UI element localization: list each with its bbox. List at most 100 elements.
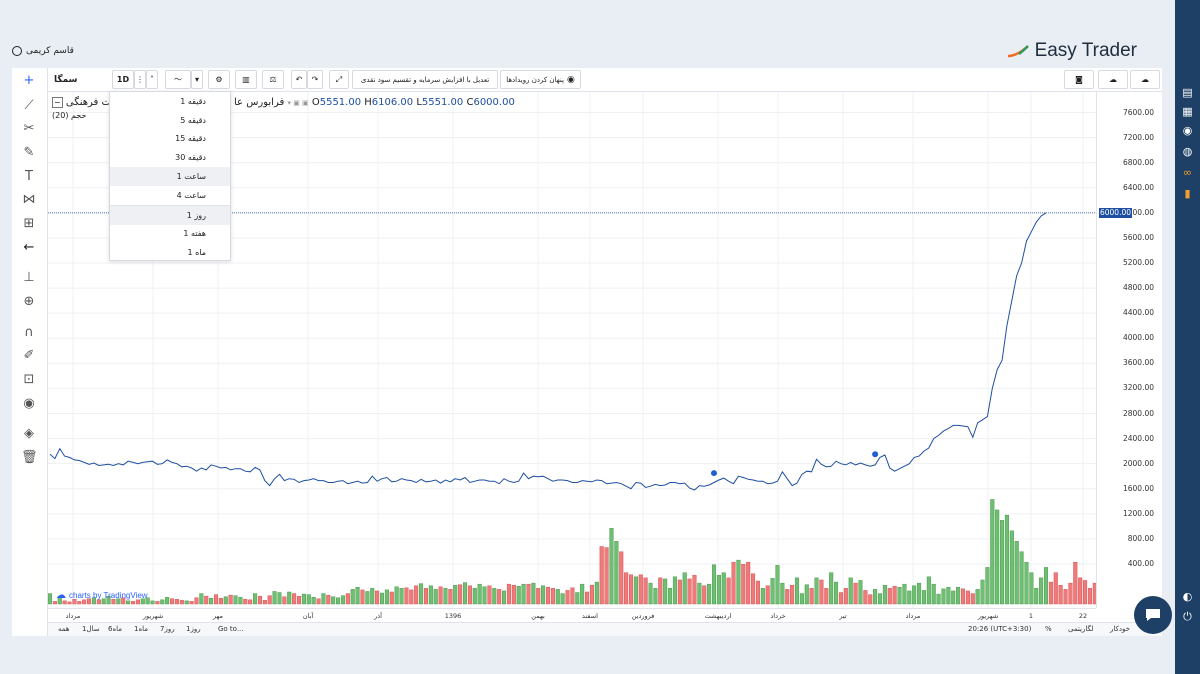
interval-option[interactable]: دقیقه 5 — [110, 111, 230, 130]
coins-icon[interactable]: ◉ — [1181, 124, 1194, 137]
volume-bar — [907, 590, 912, 605]
time-axis[interactable]: مرداد شهریور مهر آبان آذر 1396 بهمن اسفند فروردی… — [48, 608, 1096, 622]
interval-option[interactable]: روز 1 — [110, 205, 230, 225]
volume-bar — [926, 576, 931, 605]
lock-drawing-icon[interactable]: ✐ — [21, 348, 37, 364]
crosshair-icon[interactable]: + — [21, 73, 37, 89]
price-tick: 2800.00 — [1122, 408, 1154, 418]
interval-button[interactable]: 1D — [112, 70, 134, 89]
volume-bar — [262, 600, 267, 605]
auto-toggle[interactable]: خودکار — [1110, 625, 1130, 633]
interval-option[interactable]: دقیقه 15 — [110, 130, 230, 149]
volume-bar — [912, 585, 917, 605]
interval-option[interactable]: دقیقه 30 — [110, 148, 230, 167]
pattern-icon[interactable]: ⋈ — [21, 192, 37, 208]
interval-more-icon[interactable]: ⋮ — [134, 70, 146, 89]
volume-bar — [790, 584, 795, 605]
brush-icon[interactable]: ✎ — [21, 145, 37, 161]
legend-settings-icon[interactable]: ▾ ▣ ▣ — [287, 99, 308, 107]
range-1m[interactable]: 1ماه — [134, 625, 148, 633]
volume-bar — [272, 591, 277, 605]
price-tick: 4000.00 — [1122, 333, 1154, 343]
brand-logo[interactable]: Easy Trader — [1007, 40, 1137, 62]
volume-bar — [765, 585, 770, 605]
range-1y[interactable]: 1سال — [82, 625, 100, 633]
interval-option[interactable]: ساعت 1 — [110, 167, 230, 186]
range-all[interactable]: همه — [58, 625, 70, 633]
chart-type-dropdown-icon[interactable]: ▾ — [191, 70, 203, 89]
volume-bar — [1029, 572, 1034, 605]
trash-icon[interactable]: 🗑 — [21, 450, 38, 466]
tradingview-attribution[interactable]: ☁ charts by TradingView — [56, 590, 148, 601]
eye-icon[interactable]: ◉ — [21, 396, 37, 412]
right-nav-sidebar: ▤ ▦ ◉ ◍ ∞ ▮ ◐ ⏻ — [1175, 0, 1200, 674]
adjust-button[interactable]: تعدیل با افزایش سرمایه و تقسیم سود نقدی — [352, 70, 498, 89]
price-tick: 400.00 — [1127, 558, 1154, 568]
interval-option[interactable]: ساعت 4 — [110, 186, 230, 205]
bar-report-icon[interactable]: ▮ — [1181, 187, 1194, 200]
volume-bar — [389, 591, 394, 605]
volume-bar — [179, 600, 184, 605]
layers-icon[interactable]: ◈ — [21, 426, 37, 442]
volume-bar — [545, 587, 551, 605]
text-tool-icon[interactable]: T — [21, 169, 37, 185]
volume-bar — [394, 586, 399, 605]
price-axis[interactable]: 7600.00 7200.00 6800.00 6400.00 6000.00 5600.… — [1096, 92, 1162, 608]
trend-line-icon[interactable]: ⟋ — [21, 98, 37, 114]
volume-bar — [77, 601, 82, 605]
range-7d[interactable]: 7روز — [160, 625, 175, 633]
interval-option[interactable]: دقیقه 1 — [110, 92, 230, 111]
fork-icon[interactable]: ✂ — [21, 121, 37, 137]
compare-icon[interactable]: ⚖ — [262, 70, 284, 89]
chart-nav-icon[interactable]: ▤ — [1181, 86, 1194, 99]
binoculars-icon[interactable]: ∞ — [1181, 166, 1194, 179]
ruler-icon[interactable]: ⊥ — [21, 270, 37, 286]
volume-bar — [565, 590, 570, 605]
goto-button[interactable]: Go to... — [218, 625, 244, 633]
measure-icon[interactable]: ⊞ — [21, 216, 37, 232]
interval-option[interactable]: ماه 1 — [110, 243, 230, 262]
unlock-icon[interactable]: ⊡ — [21, 372, 37, 388]
hide-events-button[interactable]: ◉ پنهان کردن رویدادها — [500, 70, 581, 89]
volume-bar — [682, 572, 687, 605]
back-arrow-icon[interactable]: ← — [21, 240, 37, 256]
volume-bar — [345, 593, 350, 605]
volume-bar — [257, 595, 262, 605]
volume-bar — [882, 584, 887, 605]
undo-icon[interactable]: ↶ — [291, 70, 307, 89]
range-1d[interactable]: 1روز — [186, 625, 201, 633]
interval-option[interactable]: هفته 1 — [110, 225, 230, 244]
redo-icon[interactable]: ↷ — [307, 70, 323, 89]
volume-bar — [858, 580, 863, 605]
volume-bar — [936, 593, 941, 605]
cloud-load-icon[interactable]: ☁ — [1098, 70, 1128, 89]
indicators-icon[interactable]: ▥ — [235, 70, 257, 89]
magnet-icon[interactable]: ∩ — [21, 325, 37, 341]
volume-bar — [848, 577, 853, 605]
percent-toggle[interactable]: % — [1045, 625, 1052, 633]
user-menu[interactable]: قاسم کریمی — [12, 46, 74, 56]
database-icon[interactable]: ▦ — [1181, 105, 1194, 118]
chevron-up-icon[interactable]: ˄ — [146, 70, 158, 89]
volume-bar — [282, 596, 287, 605]
settings-gear-icon[interactable]: ⚙ — [208, 70, 230, 89]
volume-bar — [243, 599, 248, 605]
collapse-icon[interactable]: − — [52, 97, 63, 108]
volume-bar — [467, 585, 472, 605]
time-tick: تیر — [839, 612, 847, 620]
price-tick: 3600.00 — [1122, 358, 1154, 368]
range-6m[interactable]: 6ماه — [108, 625, 122, 633]
zoom-in-icon[interactable]: ⊕ — [21, 294, 37, 310]
fullscreen-icon[interactable]: ⤢ — [329, 70, 349, 89]
chat-icon[interactable]: ◐ — [1181, 590, 1194, 603]
volume-bar — [414, 585, 419, 605]
log-toggle[interactable]: لگاریتمی — [1068, 625, 1093, 633]
volume-bar — [1087, 588, 1092, 605]
symbol-search[interactable]: سمگا — [50, 70, 112, 89]
power-icon[interactable]: ⏻ — [1181, 610, 1194, 623]
chat-button[interactable] — [1134, 596, 1172, 634]
chart-type-icon[interactable]: 〜 — [165, 70, 191, 89]
camera-icon[interactable]: ◙ — [1064, 70, 1094, 89]
cloud-save-icon[interactable]: ☁ — [1130, 70, 1160, 89]
globe-icon[interactable]: ◍ — [1181, 145, 1194, 158]
